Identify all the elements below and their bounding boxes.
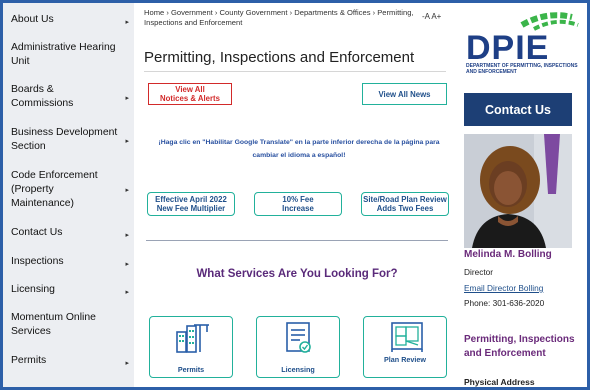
director-name: Melinda M. Bolling [464, 249, 552, 260]
chevron-right-icon: ▸ [125, 360, 129, 367]
sidebar-item-momentum-online-services[interactable]: Momentum Online Services [3, 311, 134, 339]
email-director-link[interactable]: Email Director Bolling [464, 283, 543, 293]
chevron-right-icon: ▸ [125, 232, 129, 239]
logo-letters: DPIE [466, 29, 549, 67]
section-divider [146, 240, 448, 241]
service-tile-permits[interactable]: Permits [149, 316, 233, 378]
sidebar-item-code-enforcement[interactable]: Code Enforcement (Property Maintenance) … [3, 169, 134, 211]
button-label: View All [175, 85, 205, 94]
page-title: Permitting, Inspections and Enforcement [144, 49, 415, 66]
sidebar-item-label: Boards & Commissions [11, 84, 74, 109]
buildings-crane-icon [176, 324, 209, 353]
sidebar-item-contact-us[interactable]: Contact Us ▸ [3, 226, 134, 240]
sidebar-item-label: Business Development Section [11, 127, 118, 152]
director-phone: Phone: 301-636-2020 [464, 298, 545, 308]
button-label: View All News [378, 89, 431, 99]
button-label: New Fee Multiplier [156, 204, 226, 213]
tile-label: Licensing [281, 365, 315, 374]
service-tile-licensing[interactable]: Licensing [256, 316, 340, 378]
blueprint-icon [391, 322, 423, 352]
certificate-icon [286, 322, 311, 353]
chevron-right-icon: ▸ [125, 95, 129, 102]
button-label: Notices & Alerts [160, 94, 220, 103]
physical-address-label: Physical Address [464, 377, 535, 387]
service-tile-plan-review[interactable]: Plan Review [363, 316, 447, 378]
sidebar-item-label: Permits [11, 355, 47, 366]
sidebar-item-label: Inspections [11, 256, 64, 267]
site-road-plan-review-button[interactable]: Site/Road Plan Review Adds Two Fees [361, 192, 449, 216]
director-title: Director [464, 267, 494, 277]
sidebar-item-inspections[interactable]: Inspections ▸ [3, 255, 134, 269]
sidebar-item-label: Licensing [11, 284, 55, 295]
title-divider [144, 71, 446, 72]
director-photo [464, 134, 572, 248]
sidebar-item-boards-commissions[interactable]: Boards & Commissions ▸ [3, 83, 134, 111]
chevron-right-icon: ▸ [125, 261, 129, 268]
browser-frame: About Us ▸ Administrative Hearing Unit B… [0, 0, 590, 390]
button-label: 10% Fee [282, 195, 314, 204]
fee-increase-button[interactable]: 10% Fee Increase [254, 192, 342, 216]
view-all-news-button[interactable]: View All News [362, 83, 447, 105]
services-heading: What Services Are You Looking For? [196, 268, 398, 280]
sidebar-item-label: Contact Us [11, 227, 63, 238]
sidebar-item-business-development[interactable]: Business Development Section ▸ [3, 126, 134, 154]
tile-label: Permits [177, 365, 205, 374]
office-name: Permitting, Inspections and Enforcement [464, 334, 575, 359]
button-label: Adds Two Fees [376, 204, 434, 213]
font-size-controls[interactable]: -A A+ [422, 12, 441, 21]
button-label: Increase [282, 204, 314, 213]
right-sidebar: DPIE DEPARTMENT OF PERMITTING, INSPECTIO… [454, 3, 587, 387]
chevron-right-icon: ▸ [125, 289, 129, 296]
sidebar-nav: About Us ▸ Administrative Hearing Unit B… [3, 3, 134, 387]
sidebar-item-licensing[interactable]: Licensing ▸ [3, 283, 134, 297]
sidebar-item-label: About Us [11, 14, 54, 25]
view-all-notices-button[interactable]: View All Notices & Alerts [148, 83, 232, 105]
contact-us-button[interactable]: Contact Us [464, 93, 572, 126]
sidebar-item-about-us[interactable]: About Us ▸ [3, 13, 134, 27]
chevron-right-icon: ▸ [125, 19, 129, 26]
sidebar-item-permits[interactable]: Permits ▸ [3, 354, 134, 368]
chevron-right-icon: ▸ [125, 138, 129, 145]
sidebar-item-label: Momentum Online Services [11, 312, 96, 337]
tile-label: Plan Review [384, 355, 426, 364]
chevron-right-icon: ▸ [125, 187, 129, 194]
sidebar-item-administrative-hearing-unit[interactable]: Administrative Hearing Unit [3, 41, 134, 69]
logo-caption: DEPARTMENT OF PERMITTING, INSPECTIONS AN… [466, 63, 578, 75]
sidebar-item-label: Administrative Hearing Unit [11, 42, 116, 67]
fee-multiplier-button[interactable]: Effective April 2022 New Fee Multiplier [147, 192, 235, 216]
button-label: Site/Road Plan Review [363, 195, 447, 204]
director-portrait-image [464, 134, 572, 248]
translate-notice: ¡Haga clic en "Habilitar Google Translat… [158, 139, 440, 159]
button-label: Effective April 2022 [155, 195, 227, 204]
sidebar-item-label: Code Enforcement (Property Maintenance) [11, 170, 98, 209]
breadcrumb[interactable]: Home › Government › County Government › … [144, 8, 414, 28]
main-content: Home › Government › County Government › … [134, 3, 454, 387]
